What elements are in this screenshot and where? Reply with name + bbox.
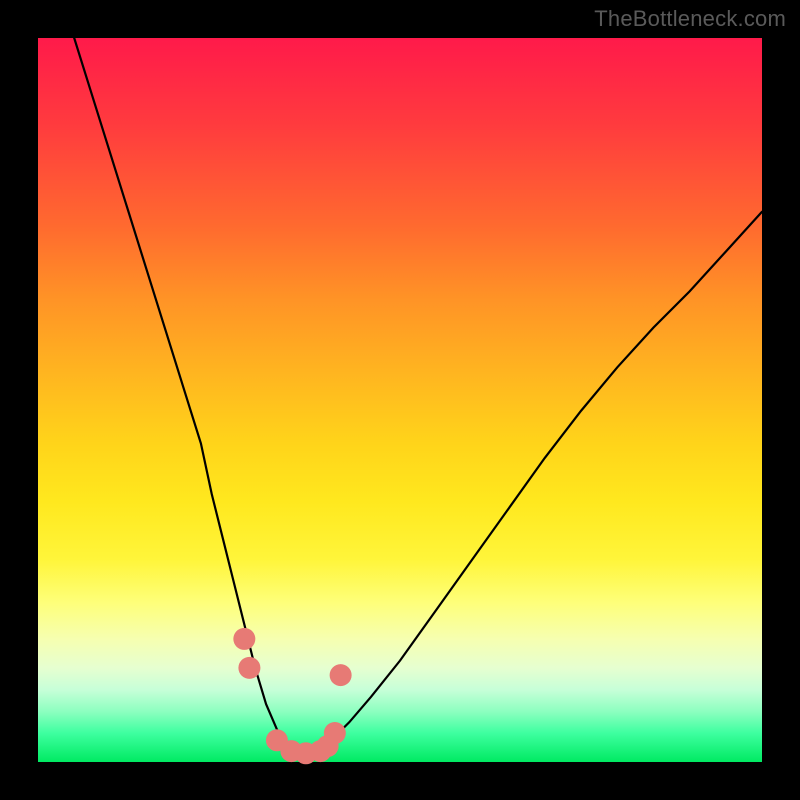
plot-area bbox=[38, 38, 762, 762]
data-marker bbox=[233, 628, 255, 650]
data-marker bbox=[324, 722, 346, 744]
bottleneck-curve bbox=[74, 38, 762, 755]
data-marker bbox=[330, 664, 352, 686]
chart-frame: TheBottleneck.com bbox=[0, 0, 800, 800]
chart-svg bbox=[38, 38, 762, 762]
watermark-text: TheBottleneck.com bbox=[594, 6, 786, 32]
data-marker bbox=[238, 657, 260, 679]
